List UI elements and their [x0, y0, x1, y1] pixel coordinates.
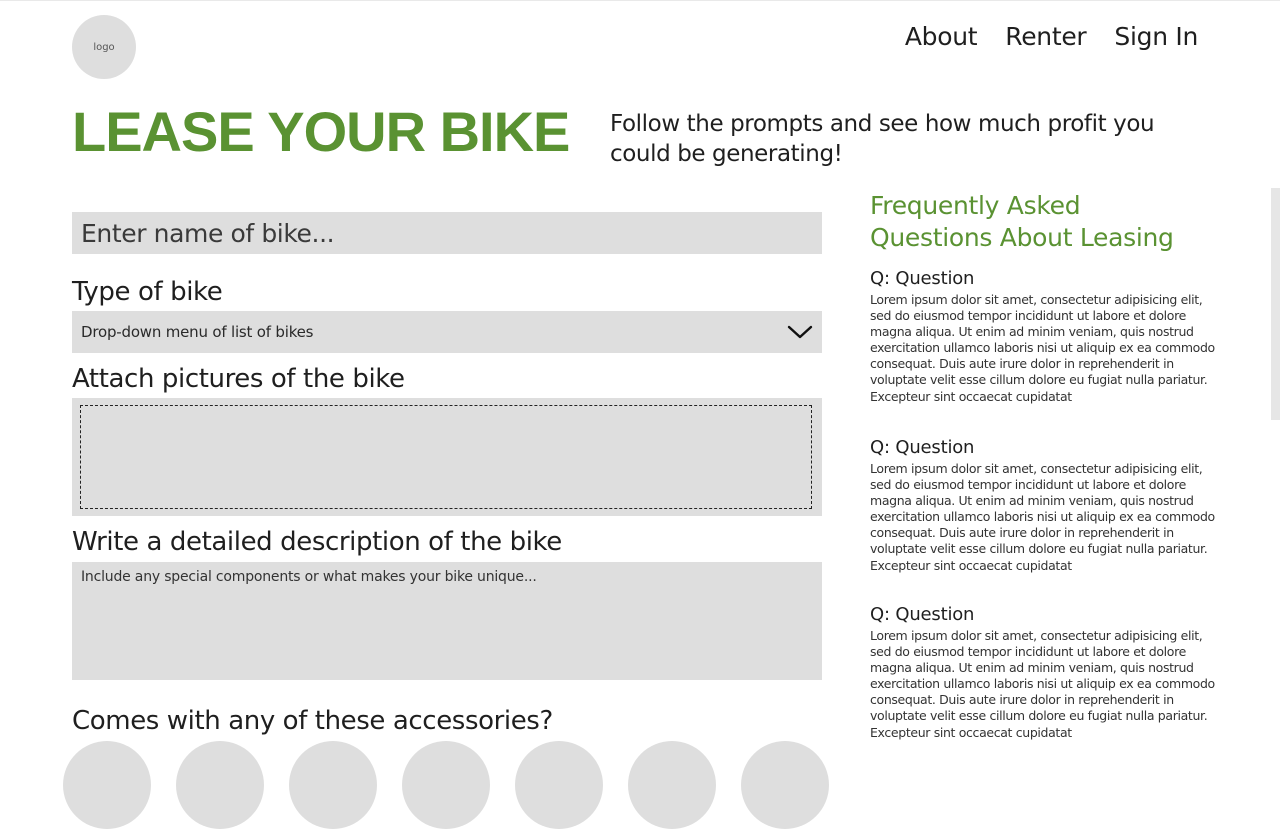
accessory-option-3[interactable] — [289, 741, 377, 829]
bike-name-input[interactable] — [72, 212, 822, 254]
picture-upload-area — [72, 398, 822, 516]
page-subtitle: Follow the prompts and see how much prof… — [610, 111, 1155, 167]
top-divider — [0, 0, 1280, 1]
bike-type-label: Type of bike — [72, 277, 223, 307]
faq-question: Q: Question — [870, 268, 975, 289]
description-label: Write a detailed description of the bike — [72, 527, 562, 557]
faq-item: Q: Question Lorem ipsum dolor sit amet, … — [870, 268, 1215, 405]
bike-type-select-value: Drop-down menu of list of bikes — [81, 323, 314, 341]
nav-renter-link[interactable]: Renter — [1005, 22, 1086, 51]
nav-about-link[interactable]: About — [905, 22, 978, 51]
scrollbar[interactable] — [1271, 188, 1280, 420]
picture-dropzone[interactable] — [80, 405, 812, 509]
logo[interactable]: logo — [72, 15, 136, 79]
description-textarea[interactable] — [72, 562, 822, 680]
accessory-option-7[interactable] — [741, 741, 829, 829]
faq-question: Q: Question — [870, 437, 975, 458]
faq-answer: Lorem ipsum dolor sit amet, consectetur … — [870, 292, 1215, 404]
accessory-option-1[interactable] — [63, 741, 151, 829]
pictures-label: Attach pictures of the bike — [72, 364, 405, 394]
accessory-option-2[interactable] — [176, 741, 264, 829]
faq-item: Q: Question Lorem ipsum dolor sit amet, … — [870, 437, 1215, 574]
accessory-option-5[interactable] — [515, 741, 603, 829]
nav-sign-in-link[interactable]: Sign In — [1114, 22, 1198, 51]
page-title: LEASE YOUR BIKE — [72, 100, 570, 163]
accessory-option-6[interactable] — [628, 741, 716, 829]
accessory-option-4[interactable] — [402, 741, 490, 829]
accessories-label: Comes with any of these accessories? — [72, 706, 553, 736]
chevron-down-icon — [787, 325, 813, 339]
faq-answer: Lorem ipsum dolor sit amet, consectetur … — [870, 461, 1215, 573]
accessories-row — [63, 741, 854, 829]
faq-title: Frequently Asked Questions About Leasing — [870, 191, 1174, 252]
faq-item: Q: Question Lorem ipsum dolor sit amet, … — [870, 604, 1215, 741]
faq-question: Q: Question — [870, 604, 975, 625]
faq-answer: Lorem ipsum dolor sit amet, consectetur … — [870, 628, 1215, 740]
top-nav: About Renter Sign In — [905, 22, 1198, 51]
bike-type-select[interactable]: Drop-down menu of list of bikes — [72, 311, 822, 353]
logo-text: logo — [93, 41, 115, 53]
